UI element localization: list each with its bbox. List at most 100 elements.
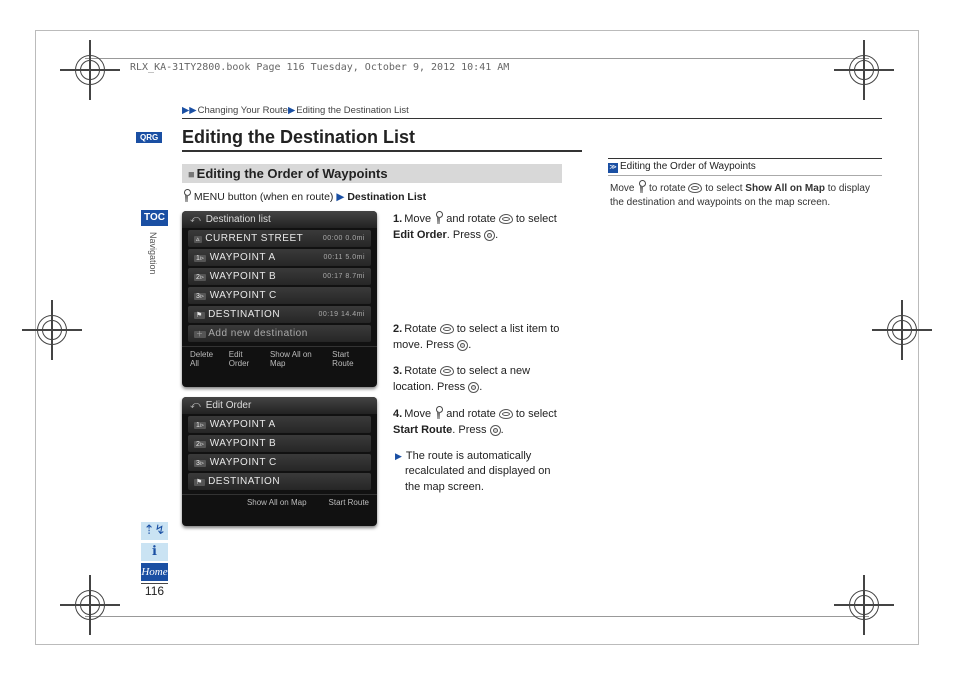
path-sep-icon: ▶ — [336, 191, 344, 203]
row-tag: ⚑ — [194, 479, 205, 486]
list-item: 3▹ WAYPOINT C — [188, 454, 371, 471]
footer-btn: Delete All — [186, 349, 225, 369]
registration-mark-br — [834, 575, 894, 635]
page-title: Editing the Destination List — [182, 127, 582, 152]
device-footer: Delete All Edit Order Show All on Map St… — [182, 346, 377, 371]
row-label: DESTINATION — [208, 309, 280, 320]
row-label: Add new destination — [208, 328, 308, 339]
dial-press-icon — [490, 425, 501, 436]
footer-btn: Start Route — [328, 349, 373, 369]
device-footer: Show All on Map Start Route — [182, 494, 377, 510]
breadcrumb: ▶▶Changing Your Route▶Editing the Destin… — [182, 105, 882, 119]
row-tag: 3▹ — [194, 460, 206, 467]
dial-press-icon — [468, 382, 479, 393]
menu-path-text: MENU button (when en route) — [194, 191, 333, 203]
joystick-move-icon — [434, 406, 443, 420]
registration-mark-tl — [60, 40, 120, 100]
row-info: 00:00 0.0mi — [323, 235, 365, 242]
menu-path: MENU button (when en route) ▶ Destinatio… — [182, 189, 564, 203]
menu-path-dest: Destination List — [347, 191, 426, 203]
footer-rule — [85, 616, 869, 617]
device-header-text: Edit Order — [206, 400, 252, 411]
steps: 1.Move and rotate to select Edit Order. … — [389, 211, 564, 536]
section-heading: ■Editing the Order of Waypoints — [182, 164, 562, 183]
step-3: 3.Rotate to select a new location. Press… — [393, 364, 564, 396]
page-number: 116 — [141, 583, 168, 598]
home-button[interactable]: Home — [141, 563, 168, 581]
row-tag: ⚑ — [194, 312, 205, 319]
breadcrumb-sep-icon: ▶▶ — [182, 105, 197, 116]
step-2: 2.Rotate to select a list item to move. … — [393, 322, 564, 354]
device-header: ⤺ Edit Order — [182, 397, 377, 414]
row-tag: 3▹ — [194, 293, 206, 300]
row-tag: 1▹ — [194, 422, 206, 429]
sidebar-note: ≫Editing the Order of Waypoints Move to … — [608, 158, 882, 536]
row-tag: 2▹ — [194, 274, 206, 281]
breadcrumb-sep-icon: ▶ — [288, 105, 295, 116]
list-item: ⚑ DESTINATION 00:19 14.4mi — [188, 306, 371, 323]
info-icon[interactable]: ℹ — [141, 543, 168, 561]
book-file-header: RLX_KA-31TY2800.book Page 116 Tuesday, O… — [130, 62, 509, 73]
footer-btn: Show All on Map — [243, 497, 311, 508]
note-heading: ≫Editing the Order of Waypoints — [608, 158, 882, 176]
dial-rotate-icon — [499, 409, 513, 419]
row-info: 00:17 8.7mi — [323, 273, 365, 280]
back-icon: ⤺ — [190, 400, 201, 411]
note-marker-icon: ≫ — [608, 163, 618, 173]
row-label: DESTINATION — [208, 476, 280, 487]
row-label: WAYPOINT C — [210, 457, 277, 468]
list-item: 1▹ WAYPOINT A — [188, 416, 371, 433]
note-heading-text: Editing the Order of Waypoints — [620, 161, 756, 172]
dial-press-icon — [457, 340, 468, 351]
list-item: 3▹ WAYPOINT C — [188, 287, 371, 304]
row-label: WAYPOINT A — [210, 252, 276, 263]
joystick-move-icon — [637, 180, 646, 194]
footer-btn: Edit Order — [225, 349, 266, 369]
breadcrumb-item[interactable]: Changing Your Route — [198, 105, 288, 116]
dial-rotate-icon — [688, 183, 702, 193]
row-tag: ＋ — [194, 331, 206, 338]
device-screenshot-destination-list: ⤺ Destination list ▵ CURRENT STREET 00:00 … — [182, 211, 377, 387]
footer-btn: Start Route — [325, 497, 373, 508]
voice-help-icon[interactable]: ⇡↯ — [141, 522, 168, 540]
dial-rotate-icon — [499, 214, 513, 224]
header-rule — [85, 58, 869, 59]
registration-mark-tr — [834, 40, 894, 100]
registration-mark-ml — [22, 300, 82, 360]
row-label: WAYPOINT B — [210, 271, 277, 282]
dial-press-icon — [484, 230, 495, 241]
menu-button-icon — [182, 189, 191, 203]
row-label: WAYPOINT B — [210, 438, 277, 449]
row-tag: 2▹ — [194, 441, 206, 448]
row-tag: ▵ — [194, 236, 202, 243]
step-4: 4.Move and rotate to select Start Route.… — [393, 406, 564, 439]
list-item: 1▹ WAYPOINT A 00:11 5.0mi — [188, 249, 371, 266]
list-item: 2▹ WAYPOINT B 00:17 8.7mi — [188, 268, 371, 285]
dial-rotate-icon — [440, 366, 454, 376]
row-label: WAYPOINT C — [210, 290, 277, 301]
note-body: Move to rotate to select Show All on Map… — [608, 176, 882, 214]
row-label: CURRENT STREET — [205, 233, 303, 244]
section-vert-label: Navigation — [148, 232, 158, 275]
list-item-add: ＋ Add new destination — [188, 325, 371, 342]
row-info: 00:19 14.4mi — [319, 311, 365, 318]
joystick-move-icon — [434, 211, 443, 225]
device-header: ⤺ Destination list — [182, 211, 377, 228]
toc-button[interactable]: TOC — [141, 210, 168, 226]
qrg-tab[interactable]: QRG — [136, 132, 162, 143]
list-item: ⚑ DESTINATION — [188, 473, 371, 490]
registration-mark-bl — [60, 575, 120, 635]
footer-btn: Show All on Map — [266, 349, 328, 369]
section-heading-text: Editing the Order of Waypoints — [197, 166, 388, 181]
list-item: 2▹ WAYPOINT B — [188, 435, 371, 452]
row-tag: 1▹ — [194, 255, 206, 262]
dial-rotate-icon — [440, 324, 454, 334]
back-icon: ⤺ — [190, 214, 201, 225]
breadcrumb-item[interactable]: Editing the Destination List — [296, 105, 408, 116]
device-screenshot-edit-order: ⤺Edit Order 1▹ WAYPOINT A 2▹ WAYPOINT B … — [182, 397, 377, 526]
row-label: WAYPOINT A — [210, 419, 276, 430]
row-info: 00:11 5.0mi — [323, 254, 365, 261]
step-result: The route is automatically recalculated … — [393, 449, 564, 497]
step-1: 1.Move and rotate to select Edit Order. … — [393, 211, 564, 244]
device-header-text: Destination list — [206, 214, 271, 225]
